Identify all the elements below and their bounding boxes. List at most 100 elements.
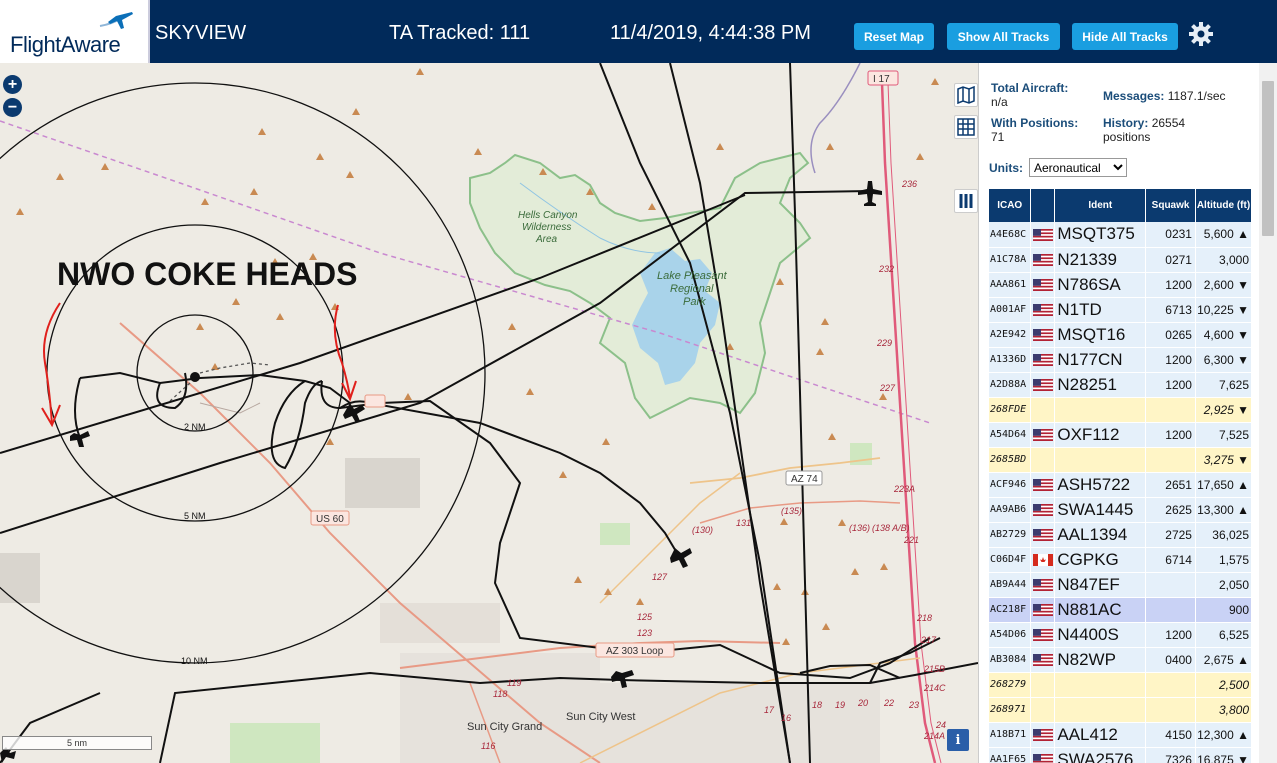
exit-123: 123 — [637, 628, 652, 638]
table-row[interactable]: ACF946 ASH5722 2651 17,650 ▲ — [989, 472, 1253, 498]
show-all-tracks-button[interactable]: Show All Tracks — [947, 23, 1060, 50]
cell-altitude: 4,600 ▼ — [1195, 322, 1253, 348]
grid-icon — [957, 118, 975, 136]
cell-squawk: 0265 — [1145, 322, 1196, 348]
table-row[interactable]: 2685BD 3,275 ▼ — [989, 447, 1253, 473]
table-row[interactable]: A2D88A N28251 1200 7,625 — [989, 372, 1253, 398]
exit-227: 227 — [879, 383, 896, 393]
road-label-us60: US 60 — [316, 514, 344, 525]
aircraft-table-body: A4E68C MSQT375 0231 5,600 ▲ A1C78A N21339 0271… — [989, 222, 1253, 763]
units-label: Units: — [989, 161, 1023, 175]
cell-ident: N4400S — [1054, 622, 1147, 648]
positions-label: With Positions: — [991, 116, 1079, 130]
history-value: 26554 — [1151, 116, 1186, 130]
cell-ident: AAL1394 — [1054, 522, 1147, 548]
ring-label-5nm: 5 NM — [184, 511, 206, 521]
exit-23: 23 — [908, 700, 919, 710]
map-label-area: Area — [535, 234, 558, 245]
exit-223: 223A — [893, 484, 915, 494]
table-row[interactable]: AAA861 N786SA 1200 2,600 ▼ — [989, 272, 1253, 298]
grid-layer-button[interactable] — [954, 115, 978, 139]
plane-logo-icon — [99, 12, 133, 29]
cell-altitude: 2,925 ▼ — [1195, 397, 1253, 423]
col-flag[interactable] — [1030, 189, 1056, 222]
scale-bar: 5 nm — [2, 736, 152, 750]
hide-all-tracks-button[interactable]: Hide All Tracks — [1072, 23, 1178, 50]
cell-altitude: 10,225 ▼ — [1195, 297, 1253, 323]
exit-17: 17 — [764, 705, 775, 715]
map-label-lake1: Lake Pleasant — [657, 270, 728, 282]
col-ident[interactable]: Ident — [1054, 189, 1147, 222]
cell-altitude: 2,600 ▼ — [1195, 272, 1253, 298]
cell-icao: A2D88A — [989, 372, 1032, 398]
exit-22: 22 — [883, 698, 894, 708]
cell-altitude: 13,300 ▲ — [1195, 497, 1253, 523]
scrollbar-thumb[interactable] — [1262, 81, 1274, 236]
table-row[interactable]: 268FDE 2,925 ▼ — [989, 397, 1253, 423]
map-layer-button[interactable] — [954, 83, 978, 107]
cell-squawk: 6713 — [1145, 297, 1196, 323]
table-row[interactable]: A2E942 MSQT16 0265 4,600 ▼ — [989, 322, 1253, 348]
country-flag-icon — [1030, 697, 1056, 723]
table-row[interactable]: A18B71 AAL412 4150 12,300 ▲ — [989, 722, 1253, 748]
country-flag-icon — [1030, 722, 1056, 748]
col-icao[interactable]: ICAO — [989, 189, 1032, 222]
cell-icao: AB3084 — [989, 647, 1032, 673]
exit-215: 215B — [923, 664, 945, 674]
exit-138: (138 A/B) — [872, 523, 910, 533]
cell-icao: 2685BD — [989, 447, 1032, 473]
zoom-out-button[interactable]: − — [3, 98, 22, 117]
cell-icao: ACF946 — [989, 472, 1032, 498]
table-row[interactable]: AB2729 AAL1394 2725 36,025 — [989, 522, 1253, 548]
table-row[interactable]: 268279 2,500 — [989, 672, 1253, 698]
messages-value: 1187.1/sec — [1167, 89, 1226, 103]
country-flag-icon — [1030, 297, 1056, 323]
total-aircraft-stat: Total Aircraft: n/a — [991, 81, 1068, 109]
table-row[interactable]: AA9AB6 SWA1445 2625 13,300 ▲ — [989, 497, 1253, 523]
table-row[interactable]: A54D64 OXF112 1200 7,525 — [989, 422, 1253, 448]
col-squawk[interactable]: Squawk — [1145, 189, 1196, 222]
range-ring-10nm — [0, 82, 486, 664]
exit-236: 236 — [901, 179, 917, 189]
col-altitude[interactable]: Altitude (ft) — [1195, 189, 1253, 222]
units-select[interactable]: Aeronautical — [1029, 158, 1127, 177]
zoom-in-button[interactable]: + — [3, 75, 22, 94]
table-row[interactable]: C06D4F CGPKG 6714 1,575 — [989, 547, 1253, 573]
exit-214: 214C — [923, 683, 946, 693]
cell-squawk: 1200 — [1145, 372, 1196, 398]
exit-136: (136) — [849, 523, 870, 533]
map-canvas[interactable]: NWO COKE HEADS Hells Canyon Wilderness A… — [0, 63, 978, 763]
country-flag-icon — [1030, 272, 1056, 298]
reset-map-button[interactable]: Reset Map — [854, 23, 934, 50]
table-row[interactable]: 268971 3,800 — [989, 697, 1253, 723]
table-row[interactable]: A1336D N177CN 1200 6,300 ▼ — [989, 347, 1253, 373]
cell-squawk: 1200 — [1145, 622, 1196, 648]
cell-squawk: 1200 — [1145, 272, 1196, 298]
cell-altitude: 12,300 ▲ — [1195, 722, 1253, 748]
history-label: History: — [1103, 116, 1149, 130]
cell-icao: AC218F — [989, 597, 1032, 623]
table-row[interactable]: AA1F65 SWA2576 7326 16,875 ▼ — [989, 747, 1253, 763]
table-row[interactable]: A54D06 N4400S 1200 6,525 — [989, 622, 1253, 648]
exit-16: 16 — [781, 713, 791, 723]
table-row[interactable]: AB9A44 N847EF 2,050 — [989, 572, 1253, 598]
table-row[interactable]: A4E68C MSQT375 0231 5,600 ▲ — [989, 222, 1253, 248]
flightaware-logo[interactable]: FlightAware — [0, 0, 150, 63]
gear-icon[interactable] — [1188, 21, 1214, 47]
table-row[interactable]: A001AF N1TD 6713 10,225 ▼ — [989, 297, 1253, 323]
map-label-hells: Hells Canyon — [518, 210, 578, 221]
cell-squawk: 2625 — [1145, 497, 1196, 523]
exit-24: 24 — [935, 720, 946, 730]
exit-221: 221 — [903, 535, 919, 545]
country-flag-icon — [1030, 322, 1056, 348]
info-button[interactable]: i — [947, 729, 969, 751]
exit-217: 217 — [920, 635, 937, 645]
table-row[interactable]: A1C78A N21339 0271 3,000 — [989, 247, 1253, 273]
table-row[interactable]: AB3084 N82WP 0400 2,675 ▲ — [989, 647, 1253, 673]
cell-ident: N21339 — [1054, 247, 1147, 273]
panel-scrollbar[interactable] — [1259, 63, 1277, 763]
exit-119: 119 — [507, 678, 521, 688]
table-row[interactable]: AC218F N881AC 900 — [989, 597, 1253, 623]
map-view[interactable]: NWO COKE HEADS Hells Canyon Wilderness A… — [0, 63, 978, 763]
panel-toggle-button[interactable] — [954, 189, 978, 213]
